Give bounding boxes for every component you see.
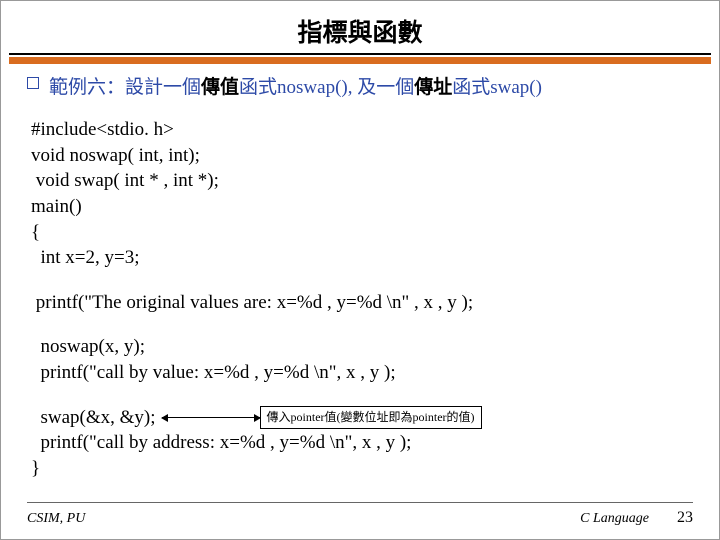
slide: 指標與函數 範例六：設計一個傳值函式noswap(), 及一個傳址函式swap(… xyxy=(0,0,720,540)
bullet-square-icon xyxy=(27,77,39,89)
code-blank xyxy=(31,271,689,290)
footer-right: C Language 23 xyxy=(580,509,693,527)
slide-footer: CSIM, PU C Language 23 xyxy=(1,502,719,527)
arrow-head-right-icon xyxy=(254,414,261,422)
example-bullet: 範例六：設計一個傳值函式noswap(), 及一個傳址函式swap() xyxy=(27,72,693,99)
code-line: main() xyxy=(31,194,689,220)
code-swap-line: swap(&x, &y); 傳入pointer值(變數位址即為pointer的值… xyxy=(31,405,689,431)
code-line: swap(&x, &y); xyxy=(31,405,156,431)
bullet-bold2: 傳址 xyxy=(414,77,452,98)
bullet-text: 範例六：設計一個傳值函式noswap(), 及一個傳址函式swap() xyxy=(49,72,542,99)
bullet-suffix: 函式swap() xyxy=(452,77,542,98)
bullet-bold1: 傳值 xyxy=(201,77,239,98)
slide-title: 指標與函數 xyxy=(1,1,719,53)
code-line: printf("The original values are: x=%d , … xyxy=(31,290,689,316)
footer-row: CSIM, PU C Language 23 xyxy=(27,509,693,527)
accent-bar xyxy=(9,57,711,64)
code-line: #include<stdio. h> xyxy=(31,117,689,143)
code-block: #include<stdio. h> void noswap( int, int… xyxy=(31,117,689,482)
code-line: void noswap( int, int); xyxy=(31,143,689,169)
page-number: 23 xyxy=(677,509,693,527)
code-blank xyxy=(31,315,689,334)
code-line: int x=2, y=3; xyxy=(31,245,689,271)
code-line: printf("call by address: x=%d , y=%d \n"… xyxy=(31,430,689,456)
code-line: noswap(x, y); xyxy=(31,334,689,360)
code-line: printf("call by value: x=%d , y=%d \n", … xyxy=(31,360,689,386)
arrow-icon xyxy=(162,417,260,418)
title-underline xyxy=(9,53,711,55)
code-blank xyxy=(31,386,689,405)
bullet-mid1: 函式noswap(), 及一個 xyxy=(239,77,414,98)
footer-divider xyxy=(27,502,693,503)
code-line: } xyxy=(31,456,689,482)
bullet-prefix: 範例六：設計一個 xyxy=(49,77,201,98)
footer-course: C Language xyxy=(580,511,649,527)
annotation-box: 傳入pointer值(變數位址即為pointer的值) xyxy=(260,406,482,428)
arrow-head-left-icon xyxy=(161,414,168,422)
footer-left: CSIM, PU xyxy=(27,511,85,527)
code-line: { xyxy=(31,220,689,246)
code-line: void swap( int * , int *); xyxy=(31,168,689,194)
